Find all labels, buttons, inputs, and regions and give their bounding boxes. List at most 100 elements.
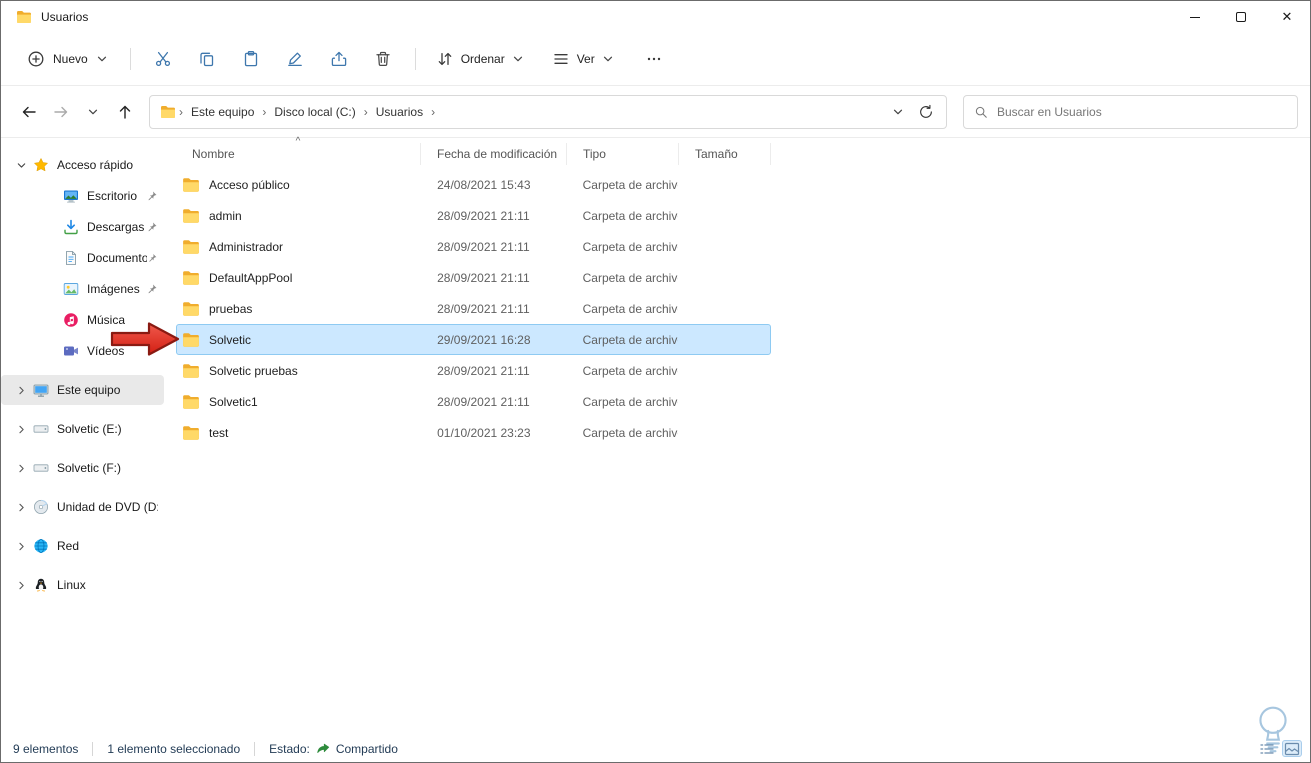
file-row-administrador[interactable]: Administrador 28/09/2021 21:11 Carpeta de … <box>176 231 771 262</box>
column-header-fecha-de-modificacion[interactable]: Fecha de modificación <box>421 143 567 165</box>
details-view-button[interactable] <box>1257 740 1277 757</box>
forward-icon <box>52 103 70 121</box>
breadcrumb-item-usuarios[interactable]: Usuarios <box>371 100 428 124</box>
close-button[interactable]: ✕ <box>1264 1 1310 33</box>
breadcrumb: › Este equipo › Disco local (C:) › Usuarios › <box>160 100 438 124</box>
new-button[interactable]: Nuevo <box>15 42 120 76</box>
chevron-right-icon[interactable] <box>9 502 33 513</box>
sidebar-item-videos[interactable]: Vídeos <box>1 335 164 366</box>
file-list-header: ^ Nombre Fecha de modificación Tipo Tamaño <box>176 136 1310 167</box>
breadcrumb-chevron-icon[interactable]: › <box>259 105 269 119</box>
sidebar-item-este-equipo[interactable]: Este equipo <box>1 375 164 405</box>
file-modified: 28/09/2021 21:11 <box>437 239 530 254</box>
sidebar-item-solvetic-e[interactable]: Solvetic (E:) <box>1 414 164 444</box>
share-icon <box>330 50 348 68</box>
column-header-nombre[interactable]: ^ Nombre <box>176 136 421 165</box>
sidebar-item-escritorio[interactable]: Escritorio <box>1 180 164 211</box>
search-box[interactable] <box>963 94 1298 129</box>
sidebar-item-imagenes[interactable]: Imágenes <box>1 273 164 304</box>
view-button[interactable]: Ver <box>542 42 624 76</box>
folder-icon <box>182 207 200 225</box>
paste-button[interactable] <box>229 41 273 77</box>
sidebar-item-label: Unidad de DVD (D:) <box>57 500 158 514</box>
file-row-solvetic[interactable]: Solvetic 29/09/2021 16:28 Carpeta de archi… <box>176 324 771 355</box>
chevron-down-icon <box>87 106 99 118</box>
file-type: Carpeta de archivos <box>582 301 679 316</box>
file-name: admin <box>209 208 242 223</box>
rename-button[interactable] <box>273 41 317 77</box>
recent-locations-button[interactable] <box>77 96 108 127</box>
file-modified: 29/09/2021 16:28 <box>437 332 531 347</box>
thumbnails-view-button[interactable] <box>1282 740 1302 757</box>
share-button[interactable] <box>317 41 361 77</box>
maximize-button[interactable] <box>1218 1 1264 33</box>
file-type: Carpeta de archivos <box>582 239 679 254</box>
file-row-pruebas[interactable]: pruebas 28/09/2021 21:11 Carpeta de archiv… <box>176 293 771 324</box>
file-name: Solvetic <box>209 332 252 347</box>
sidebar-item-documentos[interactable]: Documentos <box>1 242 164 273</box>
breadcrumb-chevron-icon[interactable]: › <box>428 105 438 119</box>
breadcrumb-chevron-icon[interactable]: › <box>176 105 186 119</box>
file-name: Acceso público <box>209 177 290 192</box>
details-view-icon <box>1259 742 1275 756</box>
chevron-down-icon[interactable] <box>9 160 33 171</box>
rename-icon <box>286 50 304 68</box>
file-row-test[interactable]: test 01/10/2021 23:23 Carpeta de archivos <box>176 417 771 448</box>
sidebar-item-descargas[interactable]: Descargas <box>1 211 164 242</box>
file-row-solvetic-pruebas[interactable]: Solvetic pruebas 28/09/2021 21:11 Carpeta … <box>176 355 771 386</box>
thumbnails-view-icon <box>1284 742 1300 756</box>
search-input[interactable] <box>997 104 1287 119</box>
more-options-button[interactable] <box>632 41 676 77</box>
linux-icon <box>33 577 49 593</box>
file-row-acceso-publico[interactable]: Acceso público 24/08/2021 15:43 Carpeta de… <box>176 169 771 200</box>
chevron-right-icon[interactable] <box>9 580 33 591</box>
address-dropdown-icon[interactable] <box>892 106 904 118</box>
file-row-defaultapppool[interactable]: DefaultAppPool 28/09/2021 21:11 Carpeta de… <box>176 262 771 293</box>
cut-button[interactable] <box>141 41 185 77</box>
breadcrumb-item-disco-local-c[interactable]: Disco local (C:) <box>269 100 360 124</box>
sort-ascending-icon: ^ <box>295 136 301 147</box>
sidebar-item-label: Solvetic (E:) <box>57 422 122 436</box>
copy-button[interactable] <box>185 41 229 77</box>
file-row-admin[interactable]: admin 28/09/2021 21:11 Carpeta de archivos <box>176 200 771 231</box>
sidebar-item-red[interactable]: Red <box>1 531 164 561</box>
chevron-right-icon[interactable] <box>9 424 33 435</box>
file-name-cell: admin <box>177 207 421 225</box>
column-header-tipo[interactable]: Tipo <box>567 143 679 165</box>
file-row-solvetic1[interactable]: Solvetic1 28/09/2021 21:11 Carpeta de arch… <box>176 386 771 417</box>
sidebar-item-label: Este equipo <box>57 383 121 397</box>
refresh-icon[interactable] <box>918 104 934 120</box>
breadcrumb-chevron-icon[interactable]: › <box>361 105 371 119</box>
back-button[interactable] <box>13 96 44 127</box>
sidebar-item-unidad-de-dvd-d[interactable]: Unidad de DVD (D:) <box>1 492 164 522</box>
more-options-icon <box>645 50 663 68</box>
sidebar-item-musica[interactable]: Música <box>1 304 164 335</box>
pc-icon <box>33 382 49 398</box>
sidebar-item-linux[interactable]: Linux <box>1 570 164 600</box>
breadcrumb-item-este-equipo[interactable]: Este equipo <box>186 100 259 124</box>
chevron-right-icon[interactable] <box>9 463 33 474</box>
window-tab[interactable]: Usuarios <box>1 9 88 25</box>
pin-icon <box>146 190 158 202</box>
sort-button[interactable]: Ordenar <box>426 42 534 76</box>
up-button[interactable] <box>109 96 140 127</box>
window-title: Usuarios <box>41 10 89 24</box>
sidebar-item-solvetic-f[interactable]: Solvetic (F:) <box>1 453 164 483</box>
folder-icon <box>182 362 200 380</box>
file-modified: 28/09/2021 21:11 <box>437 394 530 409</box>
file-name: Administrador <box>209 239 284 254</box>
download-icon <box>63 219 79 235</box>
sidebar-item-label: Imágenes <box>87 281 140 296</box>
forward-button[interactable] <box>45 96 76 127</box>
file-modified: 28/09/2021 21:11 <box>437 270 530 285</box>
sidebar-item-label: Linux <box>57 578 86 592</box>
chevron-right-icon[interactable] <box>9 385 33 396</box>
delete-button[interactable] <box>361 41 405 77</box>
folder-icon <box>182 269 200 287</box>
minimize-button[interactable] <box>1172 1 1218 33</box>
breadcrumb-bar[interactable]: › Este equipo › Disco local (C:) › Usuarios › <box>149 94 947 129</box>
chevron-right-icon[interactable] <box>9 541 33 552</box>
sidebar-item-acceso-rapido[interactable]: Acceso rápido <box>1 150 164 180</box>
back-icon <box>20 103 38 121</box>
column-header-tamano[interactable]: Tamaño <box>679 143 771 165</box>
